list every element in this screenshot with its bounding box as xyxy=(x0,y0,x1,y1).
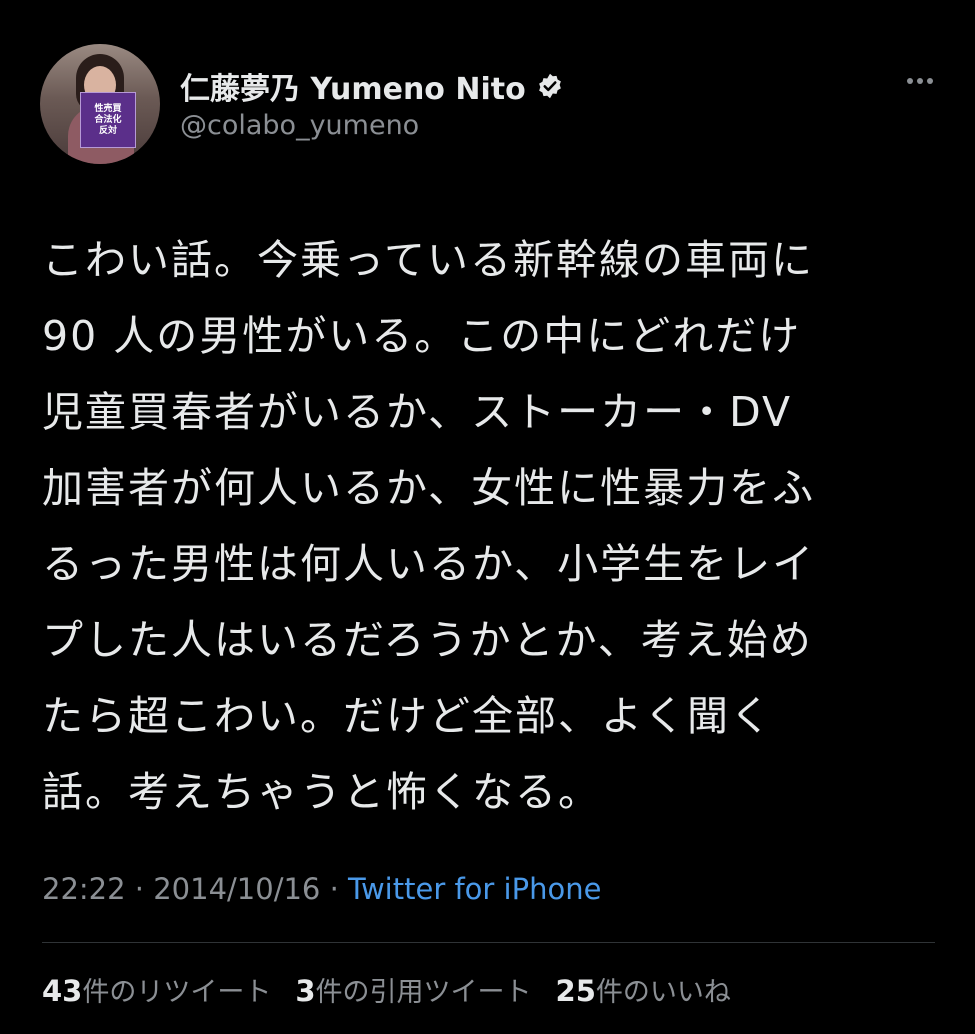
quotes-label: 件の引用ツイート xyxy=(315,977,532,1008)
likes-count: 25 xyxy=(555,974,596,1008)
more-options-icon[interactable] xyxy=(907,78,933,84)
avatar-sign-line: 性売買 xyxy=(94,103,122,114)
meta-separator: · xyxy=(134,872,145,906)
tweet-source-link[interactable]: Twitter for iPhone xyxy=(348,872,601,906)
more-dot xyxy=(907,78,913,84)
author-handle[interactable]: @colabo_yumeno xyxy=(180,110,419,141)
avatar[interactable]: 性売買 合法化 反対 xyxy=(40,44,160,164)
quotes-stat[interactable]: 3件の引用ツイート xyxy=(295,970,531,1009)
tweet-time[interactable]: 22:22 xyxy=(42,872,126,906)
tweet-text-line: 児童買春者がいるか、ストーカー・DV xyxy=(42,388,793,436)
tweet-date[interactable]: 2014/10/16 xyxy=(153,872,320,906)
likes-stat[interactable]: 25件のいいね xyxy=(556,970,731,1009)
quotes-count: 3 xyxy=(295,974,316,1008)
tweet-text-line: こわい話。今乗っている新幹線の車両に xyxy=(42,236,814,284)
author-display-name-row[interactable]: 仁藤夢乃 Yumeno Nito xyxy=(180,64,564,108)
divider xyxy=(42,942,935,943)
meta-separator: · xyxy=(329,872,339,906)
avatar-sign-line: 反対 xyxy=(98,125,117,136)
author-display-name[interactable]: 仁藤夢乃 Yumeno Nito xyxy=(180,64,526,108)
tweet-text-line: るった男性は何人いるか、小学生をレイ xyxy=(42,540,816,588)
tweet-text: こわい話。今乗っている新幹線の車両に 90 人の男性がいる。この中にどれだけ 児… xyxy=(42,222,932,830)
tweet-text-line: 90 人の男性がいる。この中にどれだけ xyxy=(42,312,802,360)
likes-label: 件のいいね xyxy=(595,977,731,1008)
tweet-text-line: たら超こわい。だけど全部、よく聞く xyxy=(42,692,773,740)
avatar-protest-sign: 性売買 合法化 反対 xyxy=(80,92,136,148)
retweets-count: 43 xyxy=(42,974,83,1008)
tweet-meta: 22:22 · 2014/10/16 · Twitter for iPhone xyxy=(42,872,601,906)
more-dot xyxy=(927,78,933,84)
tweet-text-line: プした人はいるだろうかとか、考え始め xyxy=(42,616,813,664)
tweet-text-line: 話。考えちゃうと怖くなる。 xyxy=(42,768,601,816)
avatar-sign-line: 合法化 xyxy=(94,114,122,125)
more-dot xyxy=(917,78,923,84)
retweets-stat[interactable]: 43件のリツイート xyxy=(42,970,271,1009)
verified-badge-icon xyxy=(538,73,561,99)
tweet-stats: 43件のリツイート 3件の引用ツイート 25件のいいね xyxy=(42,970,731,1009)
retweets-label: 件のリツイート xyxy=(82,977,272,1008)
tweet-text-line: 加害者が何人いるか、女性に性暴力をふ xyxy=(42,464,816,512)
